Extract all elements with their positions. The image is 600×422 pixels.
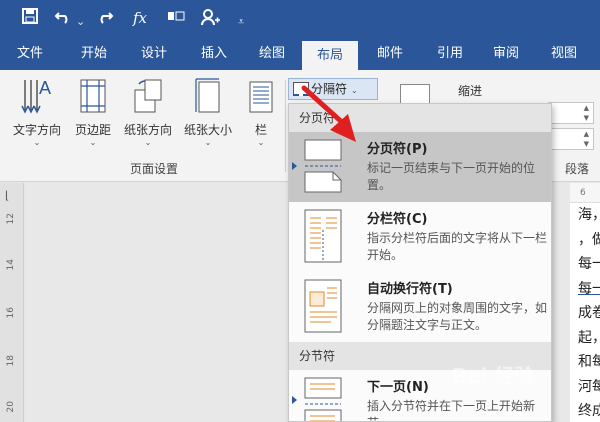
ruler-number: 12 [6, 213, 16, 225]
text-direction-icon: A [6, 76, 68, 119]
marker-icon [292, 396, 297, 404]
tab-references[interactable]: 引用 [428, 38, 472, 70]
breaks-icon [293, 82, 309, 96]
next-page-icon [301, 376, 347, 421]
breaks-button[interactable]: 分隔符 ⌄ [288, 78, 378, 100]
margins-icon [68, 76, 118, 119]
column-break-icon [301, 208, 347, 264]
tab-view[interactable]: 视图 [542, 38, 586, 70]
tab-selector-icon[interactable]: ⌊ [5, 189, 17, 202]
tab-file[interactable]: 文件 [8, 38, 52, 70]
tab-home[interactable]: 开始 [72, 38, 116, 70]
ruler-number: 18 [6, 355, 16, 367]
tab-draw[interactable]: 绘图 [250, 38, 294, 70]
table-icon[interactable] [167, 8, 185, 28]
tab-mailings[interactable]: 邮件 [368, 38, 412, 70]
margins-button[interactable]: 页边距 ⌄ [68, 76, 118, 147]
save-icon[interactable] [22, 8, 38, 29]
horizontal-ruler: 6 8 [570, 183, 600, 203]
page-setup-group-label: 页面设置 [130, 162, 179, 176]
text-wrapping-break-title: 自动换行符(T) [367, 282, 453, 297]
indent-label: 缩进 [458, 84, 483, 98]
text-line: 每一个 [578, 256, 600, 272]
text-line: 起，做 [578, 329, 600, 346]
text-direction-label: 文字方向 [12, 123, 61, 137]
chevron-down-icon: ⌄ [257, 138, 265, 147]
orientation-label: 纸张方向 [123, 123, 172, 137]
chevron-down-icon: ⌄ [144, 138, 152, 147]
margins-label: 页边距 [74, 123, 111, 137]
add-user-icon[interactable] [200, 8, 220, 31]
ribbon-tabs: 文件 开始 设计 插入 绘图 布局 邮件 引用 审阅 视图 [0, 38, 600, 70]
page-break-title: 分页符(P) [367, 142, 428, 157]
svg-text:A: A [39, 78, 51, 98]
paper-size-icon [178, 76, 238, 119]
text-wrapping-icon [301, 278, 347, 334]
orientation-icon [118, 76, 178, 119]
tab-layout[interactable]: 布局 [302, 41, 358, 70]
orientation-button[interactable]: 纸张方向 ⌄ [118, 76, 178, 147]
tab-review[interactable]: 审阅 [484, 38, 528, 70]
text-line: 终成春 [578, 403, 600, 419]
breaks-label: 分隔符 [311, 82, 348, 96]
undo-icon[interactable] [54, 8, 72, 29]
text-line: ，做一 [578, 231, 600, 248]
chevron-down-icon[interactable]: ⌄ [76, 12, 85, 32]
watermark: Bai 经验 [452, 364, 535, 388]
indent-left-input[interactable]: ▲ ▼ [548, 102, 594, 124]
group-divider [285, 80, 286, 172]
text-line: 河每一 [578, 378, 600, 395]
tab-design[interactable]: 设计 [132, 38, 176, 70]
indent-right-input[interactable]: ▲ ▼ [548, 128, 594, 150]
quick-access-toolbar: ⌄ fx ⩡ [0, 0, 600, 38]
paragraph-group-label: 段落 [565, 162, 590, 176]
chevron-down-icon: ⌄ [33, 138, 41, 147]
column-break-desc: 指示分栏符后面的文字将从下一栏开始。 [367, 231, 548, 262]
page-break-item[interactable]: 分页符(P) 标记一页结束与下一页开始的位置。 [289, 132, 551, 202]
paper-size-label: 纸张大小 [183, 123, 232, 137]
columns-icon [246, 76, 276, 119]
text-line: 成卷属 [578, 305, 600, 321]
redo-icon[interactable] [96, 8, 114, 29]
columns-button[interactable]: 栏 ⌄ [246, 76, 276, 147]
next-page-break-desc: 插入分节符并在下一页上开始新节。 [367, 399, 536, 421]
paper-size-button[interactable]: 纸张大小 ⌄ [178, 76, 238, 147]
chevron-down-icon: ⌄ [89, 138, 97, 147]
page-break-icon [301, 138, 347, 194]
text-wrapping-break-item[interactable]: 自动换行符(T) 分隔网页上的对象周围的文字，如分隔题注文字与正文。 [289, 272, 551, 342]
formula-icon[interactable]: fx [133, 8, 147, 28]
ruler-number: 14 [6, 259, 16, 271]
page-breaks-header: 分页符 [289, 104, 551, 132]
ruler-number: 20 [6, 401, 16, 413]
tab-insert[interactable]: 插入 [192, 38, 236, 70]
document-page[interactable]: 6 8 海，春 ，做一 每一个 每一座 成卷属 起，做 和每一 河每一 终成春 [570, 183, 600, 422]
ruler-number: 16 [6, 307, 16, 319]
text-direction-button[interactable]: A 文字方向 ⌄ [6, 76, 68, 147]
column-break-item[interactable]: 分栏符(C) 指示分栏符后面的文字将从下一栏开始。 [289, 202, 551, 272]
text-line: 和每一 [578, 354, 600, 370]
text-line: 海，春 [578, 207, 600, 223]
column-break-title: 分栏符(C) [367, 212, 428, 227]
text-line: 每一座 [578, 280, 600, 297]
page-break-desc: 标记一页结束与下一页开始的位置。 [367, 161, 536, 192]
text-wrapping-break-desc: 分隔网页上的对象周围的文字，如分隔题注文字与正文。 [367, 301, 548, 332]
chevron-down-icon: ⌄ [351, 86, 358, 95]
chevron-down-icon: ⌄ [204, 138, 212, 147]
columns-label: 栏 [254, 123, 267, 137]
vertical-ruler: ⌊ 12 14 16 18 20 [0, 183, 24, 422]
marker-icon [292, 162, 297, 170]
customize-icon[interactable]: ⩡ [238, 12, 244, 32]
